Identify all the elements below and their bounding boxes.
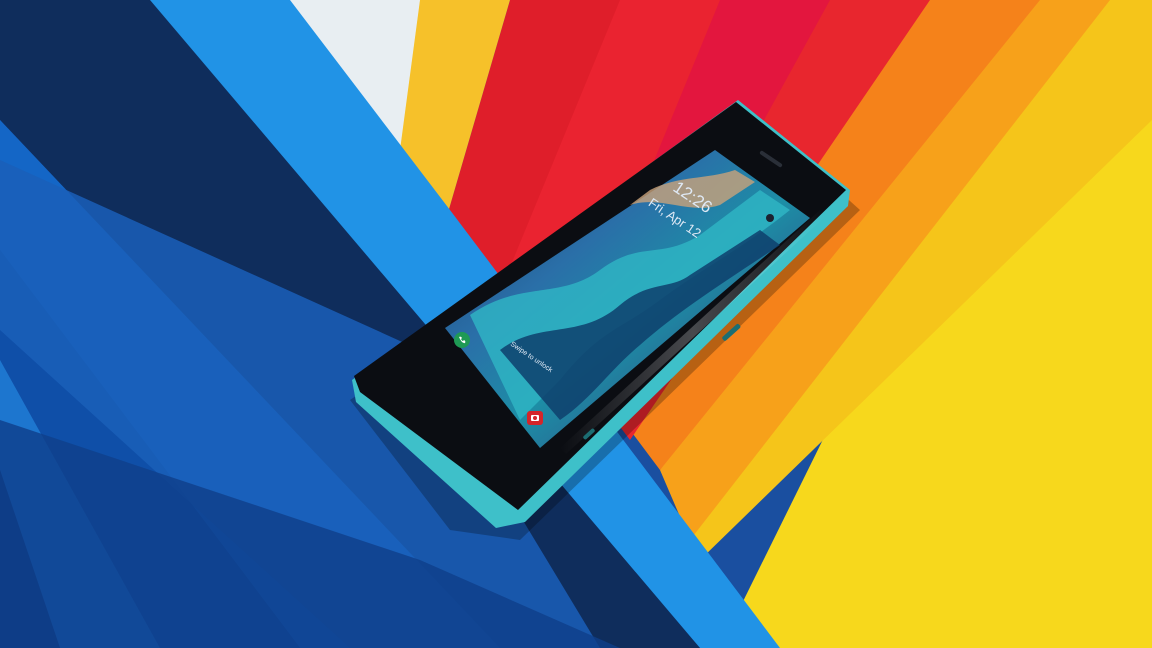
photo-scene: 12:26 Fri, Apr 12 Swipe to unlock <box>0 0 1152 648</box>
phone-icon[interactable] <box>454 332 470 348</box>
scene-svg: 12:26 Fri, Apr 12 Swipe to unlock <box>0 0 1152 648</box>
camera-icon[interactable] <box>527 411 543 425</box>
front-camera <box>766 214 774 222</box>
